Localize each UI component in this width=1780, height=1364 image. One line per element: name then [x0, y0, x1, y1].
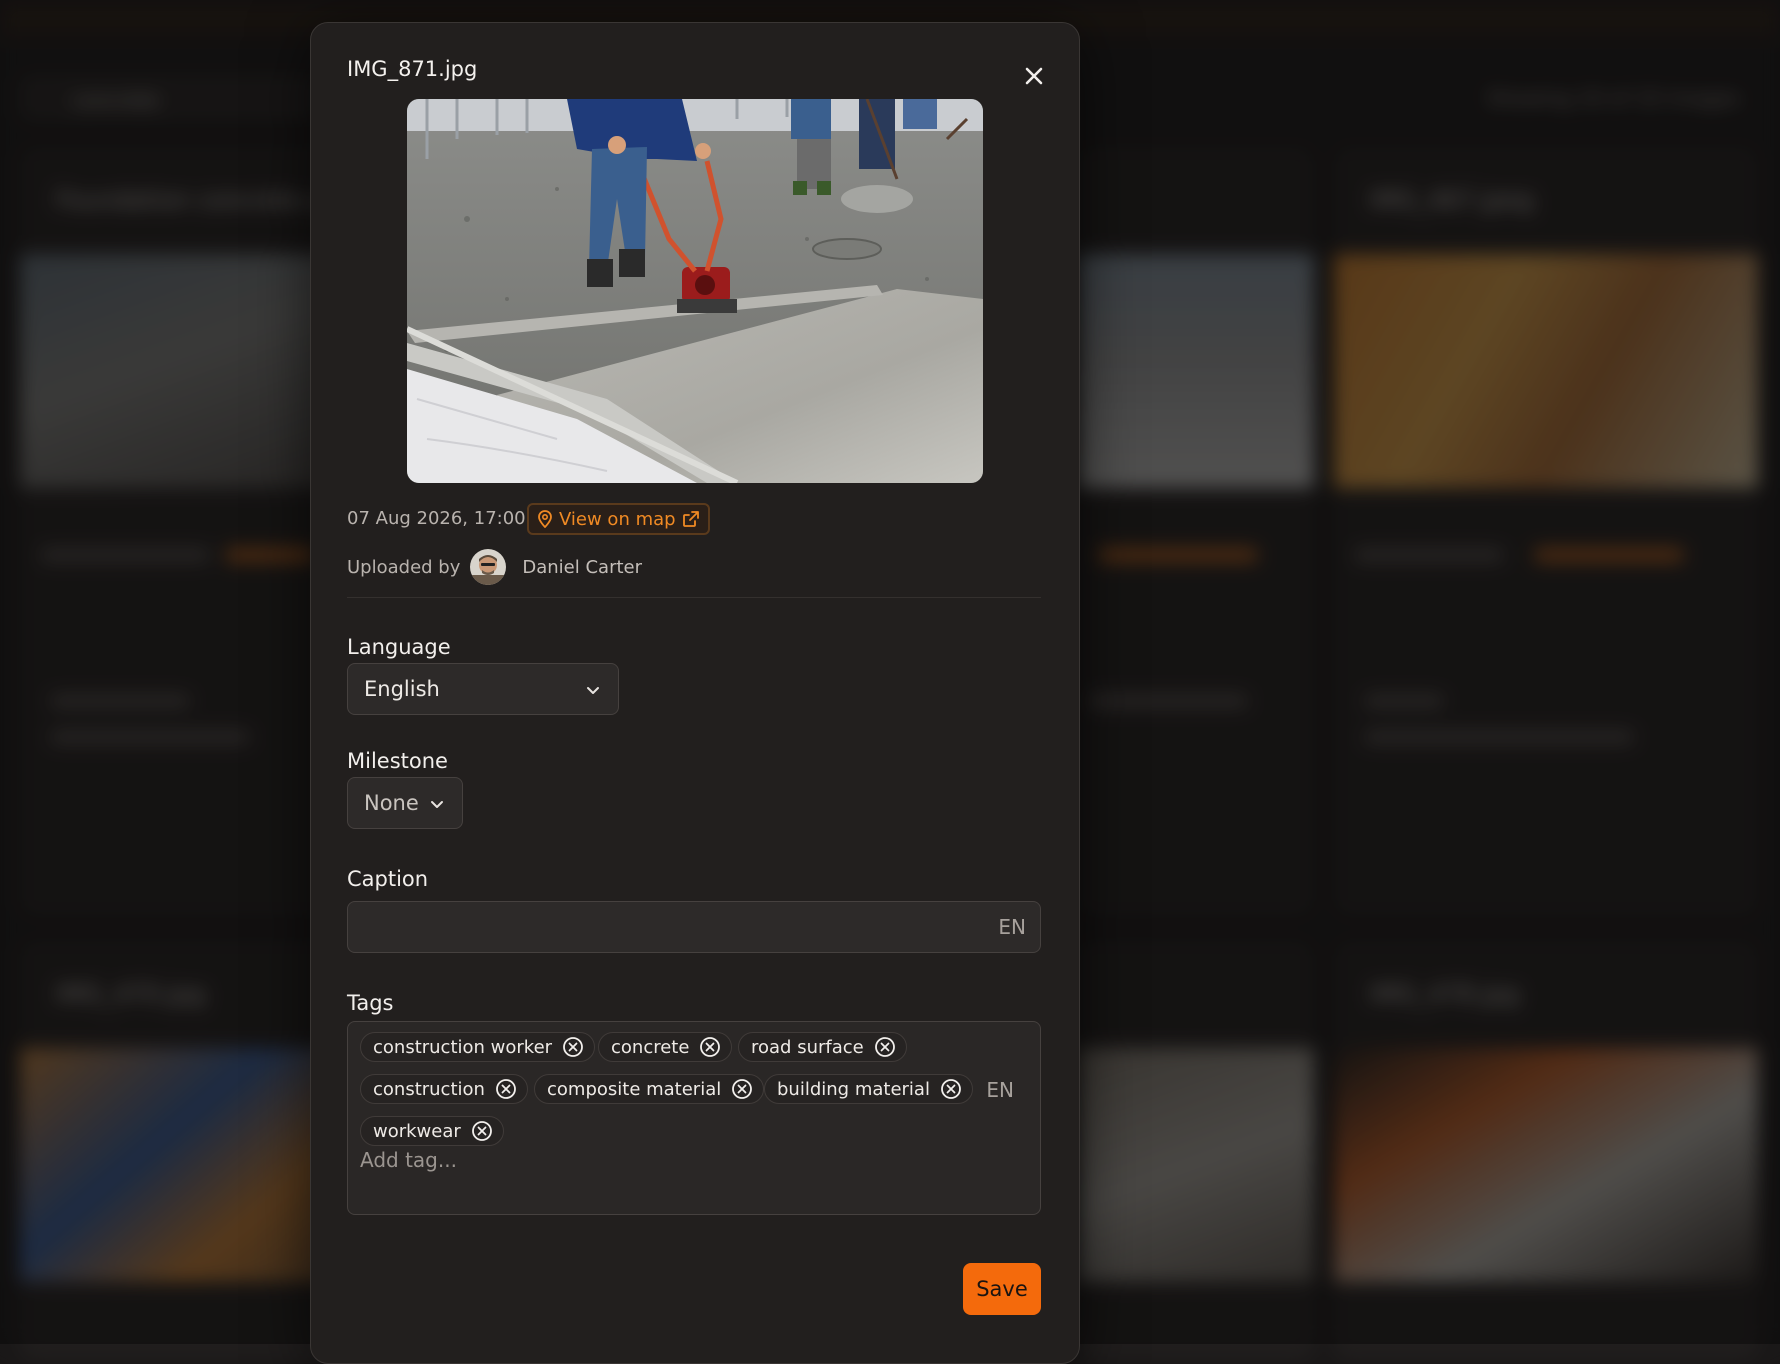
tags-label: Tags — [347, 991, 394, 1015]
photo-date: 07 Aug 2026, 17:00 — [347, 508, 526, 529]
remove-tag-icon[interactable] — [471, 1120, 493, 1142]
remove-tag-icon[interactable] — [940, 1078, 962, 1100]
tag-label: construction — [373, 1078, 485, 1100]
tag-chip: construction worker — [360, 1032, 596, 1062]
uploaded-by-label: Uploaded by — [347, 556, 461, 578]
chevron-down-icon — [431, 801, 443, 808]
milestone-select[interactable]: None — [347, 777, 463, 829]
language-value: English — [364, 677, 440, 701]
image-detail-modal: IMG_871.jpg 07 Aug 2026, 17:00 View on m… — [310, 22, 1080, 1364]
tag-chip: road surface — [738, 1032, 907, 1062]
tag-chip: construction — [360, 1074, 528, 1104]
language-label: Language — [347, 635, 451, 659]
view-on-map-label: View on map — [559, 508, 676, 530]
remove-tag-icon[interactable] — [731, 1078, 753, 1100]
chevron-down-icon — [587, 687, 599, 694]
tag-label: workwear — [373, 1120, 461, 1142]
milestone-value: None — [364, 791, 419, 815]
add-tag-input[interactable] — [360, 1140, 920, 1180]
close-button[interactable] — [1019, 61, 1049, 91]
caption-field[interactable]: EN — [347, 901, 1041, 954]
uploader-name: Daniel Carter — [522, 556, 643, 578]
caption-language-tag: EN — [998, 915, 1026, 939]
milestone-label: Milestone — [347, 749, 448, 773]
external-link-icon — [682, 511, 699, 527]
tag-label: road surface — [751, 1036, 864, 1058]
map-pin-icon — [538, 510, 552, 528]
user-avatar-icon — [470, 549, 507, 585]
uploader-info: Uploaded by Daniel Carter — [347, 549, 642, 585]
remove-tag-icon[interactable] — [874, 1036, 896, 1058]
caption-label: Caption — [347, 867, 429, 891]
language-select[interactable]: English — [347, 663, 619, 715]
modal-title: IMG_871.jpg — [347, 57, 478, 81]
remove-tag-icon[interactable] — [562, 1036, 584, 1058]
avatar — [470, 549, 507, 585]
save-button[interactable]: Save — [963, 1263, 1041, 1315]
concrete-screeding-photo — [407, 99, 983, 483]
tag-chip: building material — [764, 1074, 973, 1104]
close-icon — [1025, 67, 1043, 85]
tags-language-tag: EN — [986, 1078, 1014, 1102]
tag-chip: concrete — [598, 1032, 733, 1062]
remove-tag-icon[interactable] — [495, 1078, 517, 1100]
tags-field[interactable]: construction worker concrete road surfac… — [347, 1021, 1041, 1215]
divider — [347, 597, 1041, 598]
tag-label: construction worker — [373, 1036, 553, 1058]
photo-preview — [407, 99, 983, 483]
remove-tag-icon[interactable] — [699, 1036, 721, 1058]
tag-chip: composite material — [534, 1074, 765, 1104]
tag-label: building material — [777, 1078, 930, 1100]
view-on-map-link[interactable]: View on map — [527, 503, 710, 535]
tag-label: composite material — [547, 1078, 722, 1100]
caption-input[interactable] — [348, 902, 966, 954]
tag-label: concrete — [611, 1036, 690, 1058]
